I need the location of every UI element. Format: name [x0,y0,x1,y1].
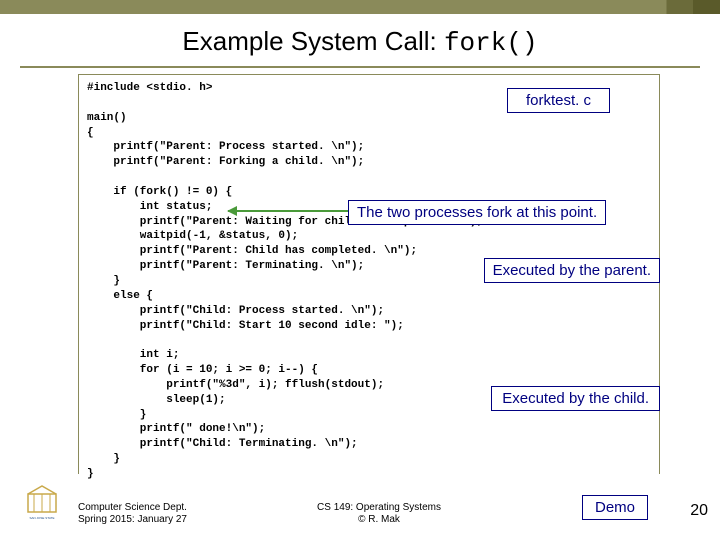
slide-footer: Computer Science Dept. Spring 2015: Janu… [78,502,680,526]
title-underline [20,66,700,68]
title-code: fork() [444,28,538,58]
annotation-parent: Executed by the parent. [484,258,660,283]
filename-label: forktest. c [507,88,610,113]
annotation-fork: The two processes fork at this point. [348,200,606,225]
slide-accent-bar [0,0,720,14]
footer-copyright: © R. Mak [317,514,441,526]
slide-title: Example System Call: fork() [0,14,720,66]
footer-left: Computer Science Dept. Spring 2015: Janu… [78,502,187,526]
page-number: 20 [690,502,708,520]
university-logo: SAN JOSE STATE [22,484,62,520]
footer-dept: Computer Science Dept. [78,502,187,514]
title-text: Example System Call: [182,26,444,56]
footer-center: CS 149: Operating Systems © R. Mak [317,502,441,526]
fork-arrow [228,210,348,212]
annotation-child: Executed by the child. [491,386,660,411]
footer-date: Spring 2015: January 27 [78,514,187,526]
footer-course: CS 149: Operating Systems [317,502,441,514]
svg-text:SAN JOSE STATE: SAN JOSE STATE [30,516,55,520]
